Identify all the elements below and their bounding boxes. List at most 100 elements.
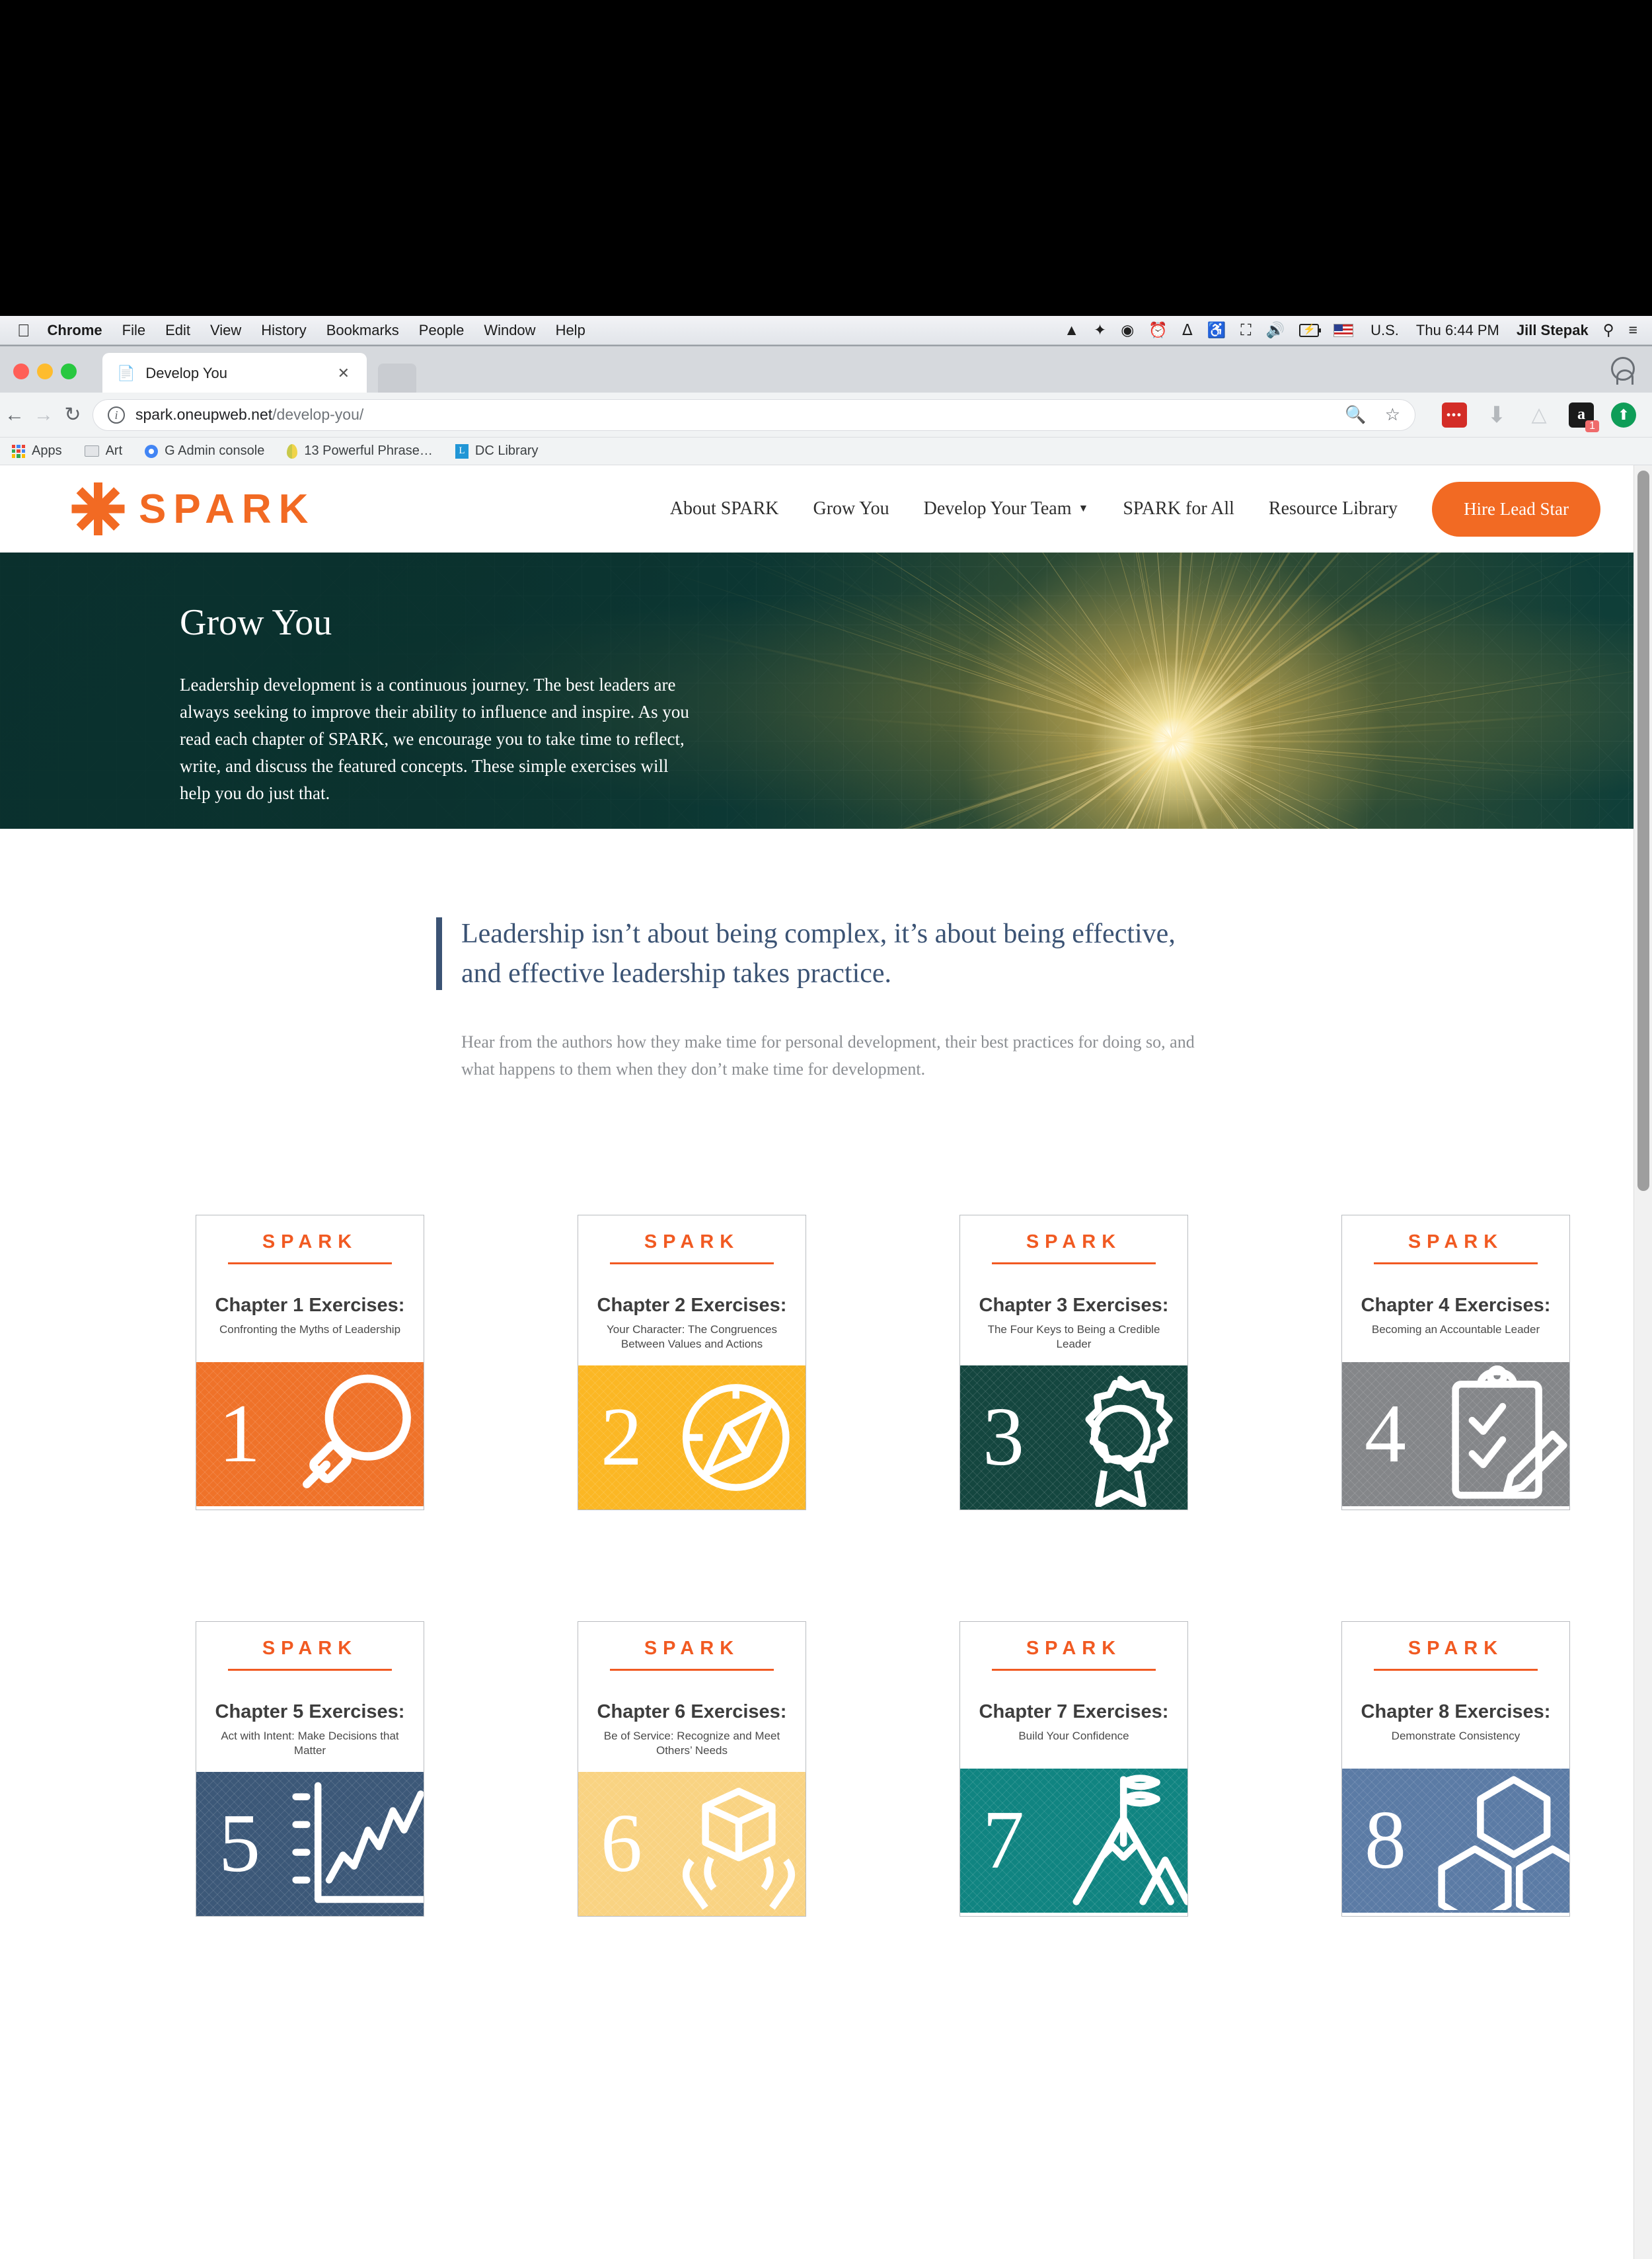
chapter-card[interactable]: SPARK Chapter 8 Exercises: Demonstrate C… (1341, 1621, 1570, 1917)
new-tab-button[interactable] (378, 364, 416, 394)
card-number: 1 (219, 1393, 260, 1476)
notification-center-icon[interactable]: ≡ (1629, 321, 1637, 339)
us-flag-icon[interactable] (1333, 324, 1353, 337)
nav-item-spark-for-all[interactable]: SPARK for All (1123, 498, 1234, 519)
card-number: 7 (983, 1799, 1024, 1882)
apple-logo-icon[interactable]:  (17, 322, 30, 339)
chapter-cards-grid: SPARK Chapter 1 Exercises: Confronting t… (0, 1215, 1652, 1917)
input-source-label[interactable]: U.S. (1370, 322, 1399, 339)
airplay-icon[interactable]: ⛶ (1240, 321, 1251, 339)
dropbox-icon[interactable]: ✦ (1094, 321, 1106, 339)
window-zoom-button[interactable] (61, 364, 77, 379)
tab-title: Develop You (145, 365, 227, 382)
menu-item-history[interactable]: History (261, 322, 306, 339)
card-brand-label: SPARK (1026, 1638, 1121, 1660)
volume-icon[interactable]: 🔊 (1265, 321, 1285, 339)
bookmark-g-admin-console[interactable]: G Admin console (145, 443, 264, 459)
time-machine-icon[interactable]: ⏰ (1148, 321, 1168, 339)
nav-label: About SPARK (670, 498, 779, 519)
page-scrollbar-thumb[interactable] (1637, 471, 1649, 1191)
chapter-card[interactable]: SPARK Chapter 2 Exercises: Your Characte… (578, 1215, 806, 1510)
site-header: SPARK About SPARK Grow You Develop Your … (0, 465, 1652, 553)
window-minimize-button[interactable] (37, 364, 53, 379)
chapter-card[interactable]: SPARK Chapter 7 Exercises: Build Your Co… (959, 1621, 1188, 1917)
card-artwork: 5 (196, 1772, 424, 1916)
address-bar-url: spark.oneupweb.net/develop-you/ (135, 406, 363, 424)
profile-avatar-icon[interactable] (1611, 357, 1635, 381)
chapter-card[interactable]: SPARK Chapter 3 Exercises: The Four Keys… (959, 1215, 1188, 1510)
bookmark-art[interactable]: Art (85, 443, 123, 459)
forward-arrow-icon[interactable]: → (29, 404, 58, 426)
bluetooth-icon[interactable]: ᐃ (1182, 321, 1193, 339)
bookmark-apps[interactable]: Apps (12, 443, 62, 459)
bookmark-dc-library[interactable]: L DC Library (455, 443, 539, 459)
address-bar[interactable]: i spark.oneupweb.net/develop-you/ 🔍 ☆ (93, 399, 1415, 431)
wifi-icon[interactable]: ♿ (1207, 321, 1226, 339)
card-title: Chapter 4 Exercises: (1361, 1295, 1551, 1317)
zoom-out-icon[interactable]: 🔍 (1345, 404, 1366, 425)
nav-item-resource-library[interactable]: Resource Library (1269, 498, 1398, 519)
spark-logo[interactable]: SPARK (74, 485, 315, 533)
card-brand-label: SPARK (644, 1231, 739, 1253)
spotlight-search-icon[interactable]: ⚲ (1603, 321, 1614, 339)
nav-item-grow-you[interactable]: Grow You (813, 498, 889, 519)
chapter-card[interactable]: SPARK Chapter 6 Exercises: Be of Service… (578, 1621, 806, 1917)
evernote-icon[interactable]: ◉ (1121, 321, 1134, 339)
bookmark-label: Apps (32, 443, 62, 459)
card-artwork: 7 (960, 1769, 1187, 1913)
gear-icon (145, 445, 158, 458)
lastpass-extension-icon[interactable]: ••• (1442, 402, 1467, 428)
tab-close-icon[interactable]: ✕ (338, 365, 350, 382)
card-divider (610, 1262, 774, 1264)
page-scrollbar-track[interactable] (1633, 465, 1652, 2259)
card-brand-label: SPARK (262, 1638, 357, 1660)
card-divider (992, 1669, 1156, 1671)
card-divider (1374, 1669, 1538, 1671)
card-divider (610, 1669, 774, 1671)
card-title: Chapter 7 Exercises: (979, 1701, 1169, 1723)
chapter-card[interactable]: SPARK Chapter 1 Exercises: Confronting t… (196, 1215, 424, 1510)
reload-icon[interactable]: ↻ (58, 403, 87, 426)
menu-bar-username[interactable]: Jill Stepak (1517, 322, 1589, 339)
google-drive-extension-icon[interactable]: △ (1526, 402, 1552, 428)
chapter-cards-row-2: SPARK Chapter 5 Exercises: Act with Inte… (0, 1621, 1652, 1917)
quote-section: Leadership isn’t about being complex, it… (0, 829, 1652, 1083)
nav-item-about-spark[interactable]: About SPARK (670, 498, 779, 519)
menu-item-bookmarks[interactable]: Bookmarks (326, 322, 399, 339)
card-header: SPARK Chapter 3 Exercises: The Four Keys… (960, 1215, 1187, 1365)
window-close-button[interactable] (13, 364, 29, 379)
menu-item-help[interactable]: Help (556, 322, 585, 339)
menu-bar-clock[interactable]: Thu 6:44 PM (1416, 322, 1499, 339)
dropbox-alt-icon[interactable]: ▲ (1064, 321, 1079, 339)
nav-label: Resource Library (1269, 498, 1398, 519)
download-extension-icon[interactable]: ⬇ (1484, 402, 1509, 428)
page-info-icon[interactable]: i (108, 406, 125, 424)
amazon-extension-icon[interactable]: a1 (1569, 402, 1594, 428)
bookmark-13-powerful-phrases[interactable]: 13 Powerful Phrase… (287, 443, 433, 459)
menu-item-file[interactable]: File (122, 322, 145, 339)
browser-toolbar: ← → ↻ i spark.oneupweb.net/develop-you/ … (0, 393, 1652, 438)
card-subtitle: Becoming an Accountable Leader (1372, 1322, 1540, 1337)
card-number: 5 (219, 1802, 260, 1886)
menu-item-window[interactable]: Window (484, 322, 535, 339)
menu-item-edit[interactable]: Edit (165, 322, 190, 339)
page-viewport: SPARK About SPARK Grow You Develop Your … (0, 465, 1652, 2259)
back-arrow-icon[interactable]: ← (0, 404, 29, 426)
nav-item-develop-your-team[interactable]: Develop Your Team ▼ (924, 498, 1089, 519)
menu-item-view[interactable]: View (210, 322, 241, 339)
menu-item-people[interactable]: People (419, 322, 465, 339)
browser-tab[interactable]: 📄 Develop You ✕ (102, 353, 367, 394)
card-title: Chapter 1 Exercises: (215, 1295, 405, 1317)
menu-item-chrome[interactable]: Chrome (48, 322, 102, 339)
bookmark-label: G Admin console (165, 443, 264, 459)
bookmark-star-icon[interactable]: ☆ (1385, 404, 1400, 425)
card-brand-label: SPARK (644, 1638, 739, 1660)
upload-extension-icon[interactable]: ⬆ (1611, 402, 1636, 428)
amazon-glyph: a (1577, 406, 1585, 424)
leaf-icon (287, 444, 297, 459)
chapter-card[interactable]: SPARK Chapter 4 Exercises: Becoming an A… (1341, 1215, 1570, 1510)
card-title: Chapter 3 Exercises: (979, 1295, 1169, 1317)
chapter-card[interactable]: SPARK Chapter 5 Exercises: Act with Inte… (196, 1621, 424, 1917)
hire-lead-star-button[interactable]: Hire Lead Star (1432, 482, 1600, 537)
battery-charging-icon[interactable] (1299, 324, 1319, 337)
